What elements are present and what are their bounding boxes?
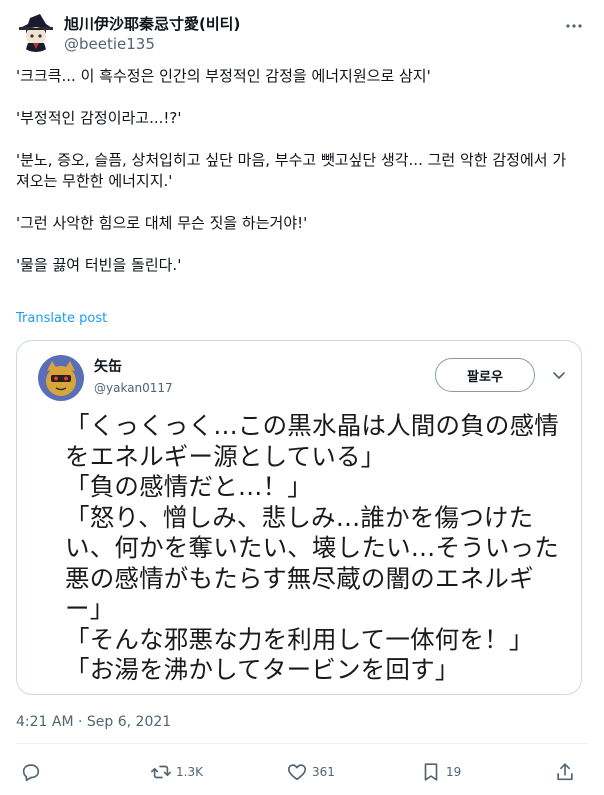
bookmark-icon	[424, 763, 438, 781]
post-timestamp[interactable]: 4:21 AM · Sep 6, 2021	[16, 713, 171, 731]
tweet-line: '크크큭... 이 흑수정은 인간의 부정적인 감정을 에너지원으로 삼지'	[16, 67, 431, 85]
bookmark-button[interactable]: 19	[420, 757, 461, 787]
quoted-image-card[interactable]: 矢缶 @yakan0117 팔로우 「くっくっく…この黒水晶は人間の負の感情 を…	[16, 340, 582, 695]
quote-line: ー」	[65, 594, 115, 623]
tweet-text: '크크큭... 이 흑수정은 인간의 부정적인 감정을 에너지원으로 삼지' '…	[16, 66, 576, 276]
cat-avatar-icon	[38, 355, 84, 401]
follow-button[interactable]: 팔로우	[435, 358, 535, 392]
quote-body-text: 「くっくっく…この黒水晶は人間の負の感情 をエネルギー源としている」 「負の感情…	[65, 411, 577, 686]
tweet-line: '그런 사악한 힘으로 대체 무슨 짓을 하는거야!'	[16, 214, 308, 232]
author-avatar[interactable]	[16, 12, 56, 52]
quote-line: 「くっくっく…この黒水晶は人間の負の感情	[65, 411, 559, 440]
quote-line: 「そんな邪悪な力を利用して一体何を！」	[65, 624, 534, 654]
quote-author-avatar[interactable]	[38, 355, 84, 401]
more-dots-icon	[566, 24, 582, 28]
reply-icon	[22, 764, 40, 782]
quote-line: い、何かを奪いたい、壊したい…そういった	[65, 533, 559, 562]
quote-line: 「負の感情だと…！」	[65, 472, 312, 501]
quote-author-handle[interactable]: @yakan0117	[94, 380, 173, 396]
quote-line: 悪の感情がもたらす無尽蔵の闇のエネルギ	[65, 563, 534, 593]
tweet-header: 旭川伊沙耶秦忌寸愛(비티) @beetie135	[16, 12, 592, 56]
action-bar: 1.3K 361 19	[0, 757, 604, 787]
reply-button[interactable]	[20, 757, 42, 787]
author-display-name[interactable]: 旭川伊沙耶秦忌寸愛(비티)	[64, 14, 240, 34]
tweet-line: '물을 끓여 터빈을 돌린다.'	[16, 256, 182, 274]
quote-line: をエネルギー源としている」	[65, 441, 386, 471]
tweet-line: '부정적인 감정이라고...!?'	[16, 109, 182, 127]
translate-post-link[interactable]: Translate post	[16, 311, 107, 327]
like-count: 361	[312, 765, 335, 779]
author-handle[interactable]: @beetie135	[64, 34, 240, 54]
quote-author-name[interactable]: 矢缶	[94, 358, 122, 376]
witch-hat-avatar-icon	[16, 12, 56, 52]
tweet-line: '분노, 증오, 슬픔, 상처입히고 싶단 마음, 부수고 뺏고싶단 생각...…	[16, 151, 567, 190]
author-names: 旭川伊沙耶秦忌寸愛(비티) @beetie135	[64, 14, 240, 54]
share-icon	[557, 763, 573, 781]
heart-icon	[287, 764, 307, 781]
more-options-button[interactable]	[562, 14, 586, 38]
repost-count: 1.3K	[176, 765, 203, 779]
quote-line: 「怒り、憎しみ、悲しみ…誰かを傷つけた	[65, 502, 534, 532]
quote-line: 「お湯を沸かしてタービンを回す」	[65, 655, 460, 684]
bookmark-count: 19	[446, 765, 462, 779]
repost-button[interactable]: 1.3K	[150, 757, 203, 787]
repost-icon	[151, 765, 171, 779]
like-button[interactable]: 361	[286, 757, 335, 787]
chevron-down-icon[interactable]	[551, 367, 567, 383]
divider	[16, 743, 588, 744]
share-button[interactable]	[554, 757, 576, 787]
